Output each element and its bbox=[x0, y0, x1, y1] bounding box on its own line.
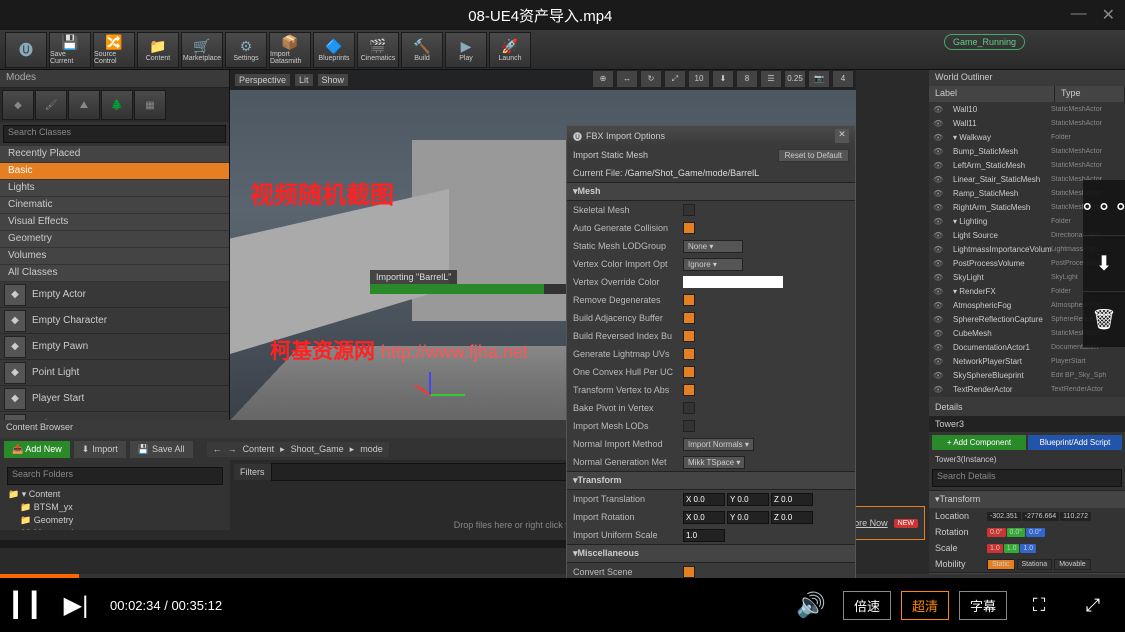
share-icon[interactable]: ⚬⚬⚬ bbox=[1083, 180, 1125, 236]
snap3[interactable]: 0.25 bbox=[784, 70, 806, 88]
outliner-row[interactable]: 👁TextRenderActorTextRenderActor bbox=[929, 382, 1125, 396]
search-classes[interactable]: Search Classes bbox=[3, 125, 226, 143]
outliner-row[interactable]: 👁Wall11StaticMeshActor bbox=[929, 116, 1125, 130]
outliner-row[interactable]: 👁Bump_StaticMeshStaticMeshActor bbox=[929, 144, 1125, 158]
snap2[interactable]: 8 bbox=[736, 70, 758, 88]
speed-button[interactable]: 倍速 bbox=[843, 591, 891, 620]
modes-header: Modes bbox=[0, 70, 229, 88]
outliner-row[interactable]: 👁▾ WalkwayFolder bbox=[929, 130, 1125, 144]
outliner-row[interactable]: 👁NetworkPlayerStartPlayerStart bbox=[929, 354, 1125, 368]
category-cinematic[interactable]: Cinematic bbox=[0, 197, 229, 214]
dialog-close[interactable]: ✕ bbox=[835, 129, 849, 143]
blueprint-button[interactable]: Blueprint/Add Script bbox=[1028, 435, 1122, 450]
toolbar-cinematics[interactable]: 🎬Cinematics bbox=[357, 32, 399, 68]
category-all-classes[interactable]: All Classes bbox=[0, 265, 229, 282]
subtitle-button[interactable]: 字幕 bbox=[959, 591, 1007, 620]
snap1[interactable]: 10 bbox=[688, 70, 710, 88]
actor-empty-character[interactable]: ◆Empty Character bbox=[0, 308, 229, 334]
overlay-text-1: 视频随机截图 bbox=[250, 175, 394, 210]
add-component-button[interactable]: + Add Component bbox=[932, 435, 1026, 450]
camspeed[interactable]: 4 bbox=[832, 70, 854, 88]
cb-import-button[interactable]: ⬇ Import bbox=[74, 441, 126, 458]
video-title: 08-UE4资产导入.mp4 bbox=[10, 5, 1071, 26]
overlay-text-2: 柯基资源网 http://www.fjha.net bbox=[270, 335, 528, 365]
reset-button[interactable]: Reset to Default bbox=[778, 149, 849, 162]
show-btn[interactable]: Show bbox=[317, 73, 350, 87]
category-lights[interactable]: Lights bbox=[0, 180, 229, 197]
fbx-import-dialog: 🅤FBX Import Options✕ Import Static MeshR… bbox=[566, 125, 856, 578]
toolbar-blueprints[interactable]: 🔷Blueprints bbox=[313, 32, 355, 68]
actor-player-start[interactable]: ◆Player Start bbox=[0, 386, 229, 412]
perspective-btn[interactable]: Perspective bbox=[234, 73, 291, 87]
tree-item[interactable]: 📁 Mannequin bbox=[4, 527, 226, 530]
player-controls: ▎▎ ▶| 00:02:34 / 00:35:12 🔊 倍速 超清 字幕 ⛶ ⤢ bbox=[0, 578, 1125, 632]
actor-point-light[interactable]: ◆Point Light bbox=[0, 360, 229, 386]
dialog-icon: 🅤 bbox=[573, 130, 582, 143]
actor-empty-actor[interactable]: ◆Empty Actor bbox=[0, 282, 229, 308]
quality-button[interactable]: 超清 bbox=[901, 591, 949, 620]
save-all-button[interactable]: 💾 Save All bbox=[130, 441, 193, 458]
details-panel: Details Tower3 + Add Component Blueprint… bbox=[929, 400, 1125, 578]
game-badge: Game_Running bbox=[944, 34, 1025, 50]
search-details[interactable]: Search Details bbox=[932, 469, 1122, 487]
category-recently-placed[interactable]: Recently Placed bbox=[0, 146, 229, 163]
lit-btn[interactable]: Lit bbox=[294, 73, 314, 87]
actor-empty-pawn[interactable]: ◆Empty Pawn bbox=[0, 334, 229, 360]
toolbar-save-current[interactable]: 💾Save Current bbox=[49, 32, 91, 68]
close-icon[interactable]: ✕ bbox=[1102, 5, 1115, 25]
pip-button[interactable]: ⛶ bbox=[1021, 587, 1057, 623]
tree-item[interactable]: 📁 BTSM_yx bbox=[4, 501, 226, 514]
category-basic[interactable]: Basic bbox=[0, 163, 229, 180]
category-geometry[interactable]: Geometry bbox=[0, 231, 229, 248]
toolbar-import-datasmith[interactable]: 📦Import Datasmith bbox=[269, 32, 311, 68]
tree-item[interactable]: 📁 ▾ Content bbox=[4, 488, 226, 501]
toolbar-marketplace[interactable]: 🛒Marketplace bbox=[181, 32, 223, 68]
category-visual-effects[interactable]: Visual Effects bbox=[0, 214, 229, 231]
volume-button[interactable]: 🔊 bbox=[793, 587, 829, 623]
toolbar-content[interactable]: 📁Content bbox=[137, 32, 179, 68]
toolbar-launch[interactable]: 🚀Launch bbox=[489, 32, 531, 68]
category-volumes[interactable]: Volumes bbox=[0, 248, 229, 265]
minimize-icon[interactable]: — bbox=[1071, 5, 1087, 25]
right-sidebar: ⚬⚬⚬ ⬇ 🗑 bbox=[1083, 180, 1125, 348]
pause-button[interactable]: ▎▎ bbox=[14, 587, 50, 623]
outliner-row[interactable]: 👁LeftArm_StaticMeshStaticMeshActor bbox=[929, 158, 1125, 172]
fullscreen-button[interactable]: ⤢ bbox=[1075, 587, 1111, 623]
toolbar-play[interactable]: ▶Play bbox=[445, 32, 487, 68]
tree-item[interactable]: 📁 Geometry bbox=[4, 514, 226, 527]
add-new-button[interactable]: 📥 Add New bbox=[4, 441, 70, 458]
logo-button[interactable]: 🅤 bbox=[5, 32, 47, 68]
toolbar-source-control[interactable]: 🔀Source Control bbox=[93, 32, 135, 68]
toolbar-build[interactable]: 🔨Build bbox=[401, 32, 443, 68]
delete-icon[interactable]: 🗑 bbox=[1083, 292, 1125, 348]
importing-status: Importing "BarrelL" bbox=[370, 270, 457, 284]
download-icon[interactable]: ⬇ bbox=[1083, 236, 1125, 292]
outliner-row[interactable]: 👁Wall10StaticMeshActor bbox=[929, 102, 1125, 116]
outliner-row[interactable]: 👁SkySphereBlueprintEdit BP_Sky_Sph bbox=[929, 368, 1125, 382]
toolbar-settings[interactable]: ⚙Settings bbox=[225, 32, 267, 68]
next-button[interactable]: ▶| bbox=[58, 587, 94, 623]
modes-tabs: ◆🖌⛰🌲▦ bbox=[0, 88, 229, 122]
